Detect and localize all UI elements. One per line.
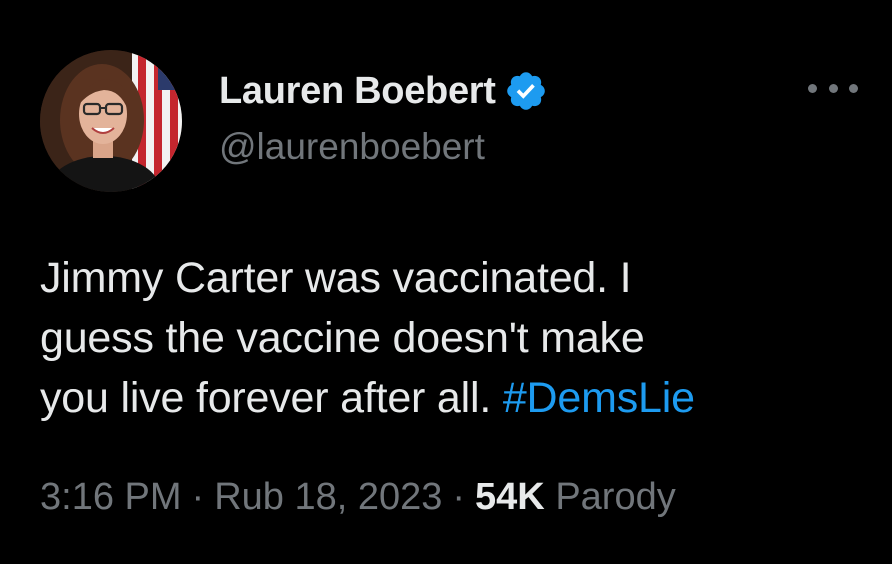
hashtag-link[interactable]: #DemsLie: [503, 374, 695, 422]
tweet-metadata: 3:16 PM · Rub 18, 2023 · 54K Parody: [40, 476, 676, 519]
post-date[interactable]: Rub 18, 2023: [214, 476, 442, 518]
display-name[interactable]: Lauren Boebert: [219, 70, 496, 113]
username-handle[interactable]: @laurenboebert: [219, 126, 485, 168]
separator: ·: [191, 476, 205, 518]
view-count[interactable]: 54K: [475, 476, 545, 518]
dot: [808, 83, 817, 93]
author-name-row: Lauren Boebert: [219, 68, 548, 114]
tweet-card: Lauren Boebert @laurenboebert Jimmy Cart…: [0, 0, 892, 564]
more-options-icon[interactable]: [808, 76, 858, 100]
dot: [849, 83, 858, 93]
tweet-text-line: Jimmy Carter was vaccinated. I: [40, 254, 632, 302]
views-label: Parody: [555, 476, 676, 518]
dot: [828, 83, 838, 93]
tweet-text-segment: you live forever after all.: [40, 374, 492, 422]
tweet-text-line: guess the vaccine doesn't make: [40, 314, 645, 362]
separator: ·: [452, 476, 466, 518]
tweet-text-line: you live forever after all. #DemsLie: [40, 368, 870, 428]
avatar[interactable]: [40, 50, 182, 192]
post-time[interactable]: 3:16 PM: [40, 476, 182, 518]
verified-badge-icon: [504, 69, 548, 113]
tweet-text: Jimmy Carter was vaccinated. I guess the…: [40, 248, 870, 428]
